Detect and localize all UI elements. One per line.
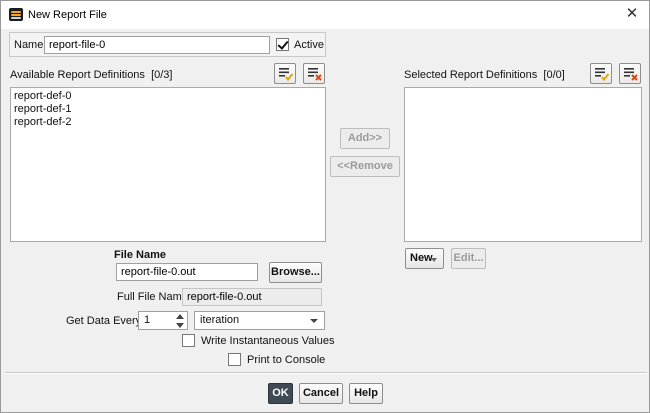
name-input[interactable] [44, 36, 270, 54]
get-data-every-label: Get Data Every [66, 315, 142, 327]
edit-definition-button[interactable]: Edit... [451, 248, 486, 269]
name-label: Name [14, 39, 44, 51]
cancel-button[interactable]: Cancel [299, 383, 343, 404]
title-bar[interactable]: New Report File ✕ [1, 1, 649, 29]
footer-divider [5, 372, 647, 374]
chevron-down-icon [431, 258, 437, 262]
available-select-all-button[interactable] [274, 63, 296, 84]
help-button[interactable]: Help [349, 383, 383, 404]
available-deselect-all-button[interactable] [303, 63, 325, 84]
available-definitions-label: Available Report Definitions [0/3] [10, 69, 173, 81]
full-file-name-label: Full File Name [117, 291, 188, 303]
print-console-checkbox[interactable] [228, 353, 241, 366]
close-icon[interactable]: ✕ [623, 5, 641, 23]
selected-deselect-all-button[interactable] [619, 63, 641, 84]
write-instantaneous-checkbox[interactable] [182, 334, 195, 347]
deselect-all-icon [624, 68, 638, 81]
increment-icon[interactable] [176, 314, 184, 319]
available-definitions-list[interactable]: report-def-0 report-def-1 report-def-2 [10, 87, 326, 242]
new-button-label: New [410, 252, 433, 264]
file-name-input[interactable] [116, 263, 258, 281]
get-data-every-value: 1 [144, 314, 151, 326]
chevron-down-icon [310, 319, 318, 323]
app-icon [9, 8, 23, 21]
list-item[interactable]: report-def-2 [11, 116, 325, 129]
remove-button[interactable]: <<Remove [330, 156, 400, 177]
get-data-every-stepper[interactable]: 1 [138, 311, 188, 330]
ok-button[interactable]: OK [268, 383, 293, 404]
full-file-name-field [182, 288, 322, 306]
selected-definitions-list[interactable] [404, 87, 642, 242]
selected-select-all-button[interactable] [590, 63, 612, 84]
window-title: New Report File [28, 9, 107, 21]
decrement-icon[interactable] [176, 323, 184, 328]
selected-definitions-label: Selected Report Definitions [0/0] [404, 69, 565, 81]
active-checkbox[interactable] [276, 38, 289, 51]
select-all-icon [279, 68, 294, 82]
print-console-label: Print to Console [247, 354, 326, 366]
frequency-unit-value: iteration [200, 314, 240, 326]
write-instantaneous-label: Write Instantaneous Values [201, 335, 335, 347]
new-definition-button[interactable]: New [405, 248, 444, 269]
deselect-all-icon [308, 68, 322, 81]
select-all-icon [595, 68, 610, 82]
name-group: Name Active [9, 32, 326, 57]
add-button[interactable]: Add>> [340, 128, 390, 149]
new-report-file-dialog: New Report File ✕ Name Active Available … [0, 0, 650, 413]
active-label: Active [294, 39, 324, 51]
frequency-unit-select[interactable]: iteration [194, 311, 325, 330]
browse-button[interactable]: Browse... [269, 262, 322, 283]
list-item[interactable]: report-def-1 [11, 103, 325, 116]
list-item[interactable]: report-def-0 [11, 90, 325, 103]
file-name-heading: File Name [114, 249, 166, 261]
